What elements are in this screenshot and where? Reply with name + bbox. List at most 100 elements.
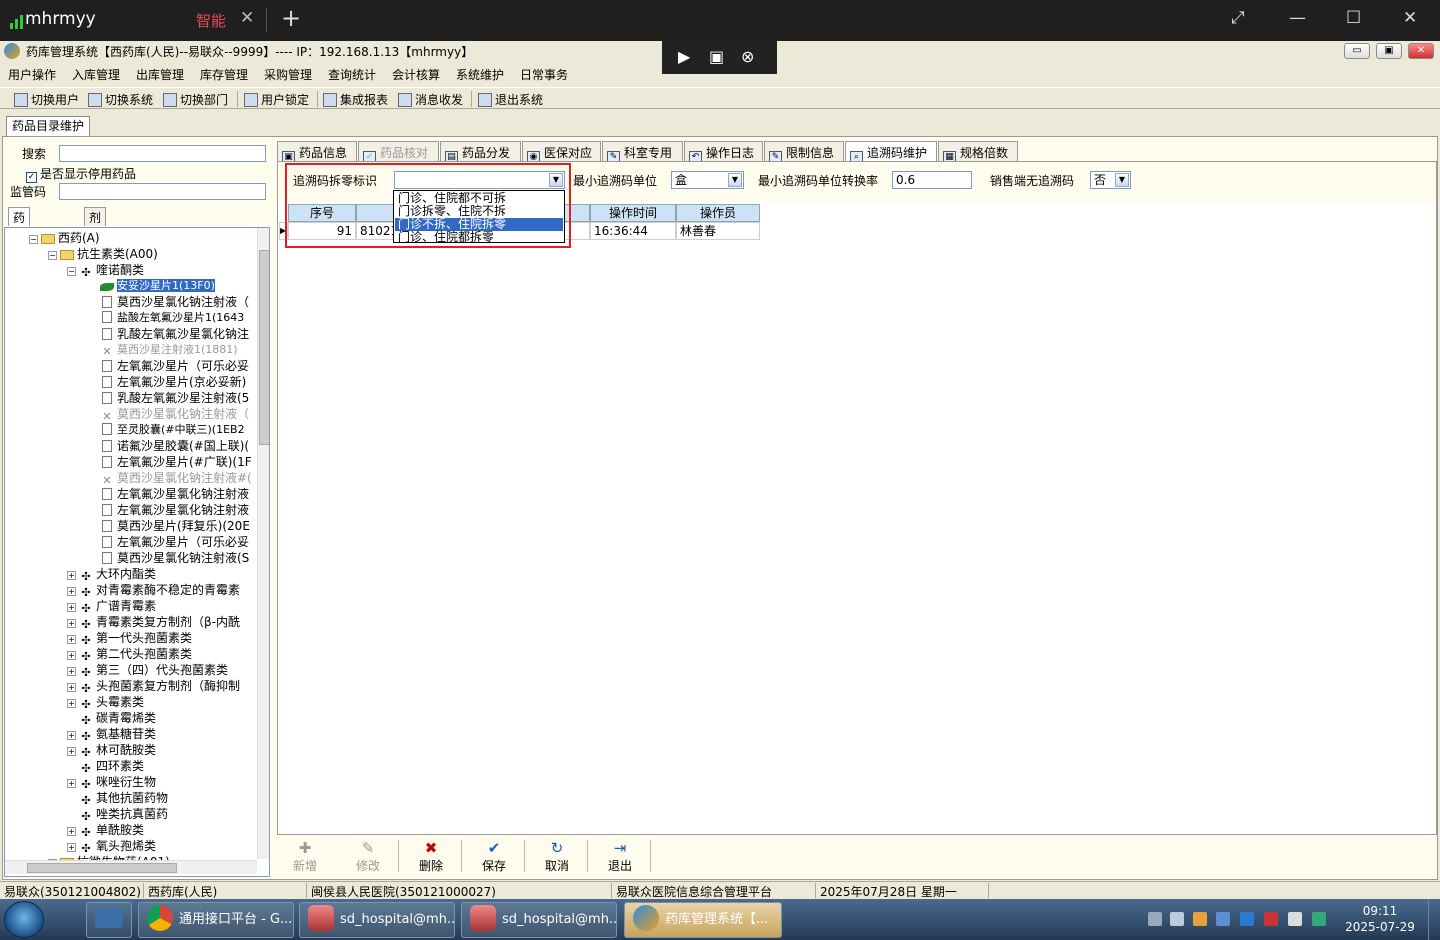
tree-node[interactable]: 安妥沙星片1(13F0) [100, 278, 215, 294]
expand-icon[interactable]: + [67, 683, 76, 692]
keyboard-icon[interactable] [1148, 912, 1162, 926]
expand-icon[interactable]: + [67, 603, 76, 612]
shield-icon[interactable] [1193, 912, 1207, 926]
tab-pharmacology-tree[interactable]: 药理结构树 [8, 207, 31, 293]
lock-user-button[interactable]: 用户锁定 [244, 91, 309, 108]
tree-node[interactable]: + ✣ 氧头孢烯类 [67, 838, 156, 855]
chevron-down-icon[interactable]: ▼ [1115, 173, 1129, 187]
tree-node[interactable]: + ✣ 广谱青霉素 [67, 598, 156, 615]
collapse-icon[interactable]: − [29, 235, 38, 244]
tree-node[interactable]: 左氧氟沙星氯化钠注射液 [100, 486, 249, 502]
tab-drug-info[interactable]: ▣ 药品信息 [277, 141, 357, 164]
window-restore-button[interactable]: ▣ [1376, 43, 1402, 59]
min-unit-select[interactable]: 盒 ▼ [671, 171, 744, 189]
tree-node[interactable]: 乳酸左氧氟沙星氯化钠注 [100, 326, 249, 342]
report-button[interactable]: 集成报表 [323, 91, 388, 108]
window-close-button[interactable]: ✕ [1408, 43, 1434, 59]
scrollbar-thumb[interactable] [259, 250, 269, 445]
cell-time[interactable]: 16:36:44 [590, 222, 676, 240]
expand-icon[interactable]: + [67, 587, 76, 596]
tree-vertical-scrollbar[interactable] [257, 228, 269, 859]
tree-node[interactable]: + ✣ 第二代头孢菌素类 [67, 646, 192, 663]
show-desktop-button[interactable] [1428, 899, 1440, 940]
expand-icon[interactable]: + [67, 571, 76, 580]
volume-icon[interactable] [1264, 912, 1278, 926]
cell-operator[interactable]: 林善春 [676, 222, 760, 240]
menu-daily[interactable]: 日常事务 [520, 66, 568, 83]
collapse-icon[interactable]: − [67, 267, 76, 276]
menu-user-ops[interactable]: 用户操作 [8, 66, 56, 83]
tree-node[interactable]: + ✣ 第一代头孢菌素类 [67, 630, 192, 647]
tab-insurance[interactable]: ◉ 医保对应 [522, 141, 601, 164]
expand-icon[interactable]: + [67, 827, 76, 836]
search-input[interactable] [59, 145, 266, 162]
tree-node[interactable]: + ✣ 头霉素类 [67, 694, 144, 711]
expand-icon[interactable]: + [67, 747, 76, 756]
expand-icon[interactable]: + [67, 635, 76, 644]
tree-node[interactable]: 乳酸左氧氟沙星注射液(5 [100, 390, 249, 406]
tree-node[interactable]: + ✣ 第三（四）代头孢菌素类 [67, 662, 228, 679]
scrollbar-thumb[interactable] [27, 863, 177, 873]
show-desktop-icon[interactable] [86, 902, 132, 938]
tree-horizontal-scrollbar[interactable] [5, 860, 257, 874]
chevron-down-icon[interactable]: ▼ [728, 173, 742, 187]
expand-icon[interactable]: + [67, 699, 76, 708]
tree-node[interactable]: + ✣ 青霉素类复方制剂（β-内酰 [67, 614, 240, 631]
switch-system-button[interactable]: 切换系统 [88, 91, 153, 108]
tab-operation-log[interactable]: ↶ 操作日志 [684, 141, 763, 164]
tree-node[interactable]: 左氧氟沙星氯化钠注射液 [100, 502, 249, 518]
grid-header-time[interactable]: 操作时间 [590, 204, 676, 222]
tree-node[interactable]: 左氧氟沙星片(京必妥新) [100, 374, 246, 390]
tree-node[interactable]: 莫西沙星氯化钠注射液(S [100, 550, 249, 566]
menu-system[interactable]: 系统维护 [456, 66, 504, 83]
tree-node[interactable]: − ✣ 喹诺酮类 [67, 262, 144, 279]
tab-spec-multiple[interactable]: ▦ 规格倍数 [938, 141, 1018, 164]
tab-dept-special[interactable]: ✎ 科室专用 [602, 141, 683, 164]
taskbar-item-pharmacy[interactable]: 药库管理系统【... [624, 902, 782, 938]
tree-node[interactable]: + ✣ 咪唑衍生物 [67, 774, 156, 791]
tree-node[interactable]: 莫西沙星氯化钠注射液（ [100, 294, 249, 310]
tree-node[interactable]: + ✣ 氨基糖苷类 [67, 726, 156, 743]
expand-icon[interactable]: + [67, 731, 76, 740]
security-icon[interactable] [1312, 912, 1326, 926]
tree-node[interactable]: + ✣ 单酰胺类 [67, 822, 144, 839]
add-button[interactable]: ✚ 新增 [277, 840, 333, 874]
menu-inbound[interactable]: 入库管理 [72, 66, 120, 83]
tree-node[interactable]: 左氧氟沙星片（可乐必妥 [100, 358, 249, 374]
cancel-button[interactable]: ↻ 取消 [529, 840, 585, 874]
tree-node[interactable]: + ✣ 头孢菌素复方制剂（酶抑制 [67, 678, 240, 695]
conversion-rate-input[interactable]: 0.6 [892, 171, 972, 189]
app-tray-icon[interactable] [1240, 912, 1254, 926]
tree-node[interactable]: 诺氟沙星胶囊(#国上联)( [100, 438, 249, 454]
monitor-icon[interactable] [1288, 912, 1302, 926]
menu-query[interactable]: 查询统计 [328, 66, 376, 83]
tree-node[interactable]: ✕ 莫西沙星氯化钠注射液（ [100, 406, 249, 423]
menu-accounting[interactable]: 会计核算 [392, 66, 440, 83]
show-disabled-checkbox[interactable]: ✓ 是否显示停用药品 [26, 165, 136, 183]
taskbar-clock[interactable]: 09:11 2025-07-29 [1340, 903, 1420, 935]
tree-node[interactable]: ✣ 其他抗菌药物 [67, 790, 168, 807]
tree-node[interactable]: ✕ 莫西沙星注射液1(1881) [100, 342, 237, 358]
tree-node[interactable]: 盐酸左氧氟沙星片1(1643 [100, 310, 244, 326]
tree-node[interactable]: 至灵胶囊(#中联三)(1EB2 [100, 422, 245, 438]
tab-drug-distribute[interactable]: ▤ 药品分发 [440, 141, 521, 164]
expand-icon[interactable]: + [67, 651, 76, 660]
grid-header-operator[interactable]: 操作员 [676, 204, 760, 222]
taskbar-item-db2[interactable]: sd_hospital@mh... [461, 902, 617, 938]
message-button[interactable]: 消息收发 [398, 91, 463, 108]
tab-drug-check[interactable]: ✓ 药品核对 [358, 141, 439, 164]
start-button[interactable] [4, 901, 44, 938]
collapse-icon[interactable]: − [48, 251, 57, 260]
exit-system-button[interactable]: 退出系统 [478, 91, 543, 108]
document-tab-drug-catalog[interactable]: 药品目录维护 [6, 116, 90, 136]
taskbar-item-browser[interactable]: 通用接口平台 - G... [138, 902, 294, 938]
tab-dosage-tree[interactable]: 剂型结构树 [84, 207, 107, 293]
tree-node[interactable]: − 西药(A) [29, 230, 100, 246]
delete-button[interactable]: ✖ 删除 [403, 840, 459, 874]
remote-tab-smart[interactable]: 智能 [196, 10, 226, 31]
edit-button[interactable]: ✎ 修改 [340, 840, 396, 874]
usb-icon[interactable] [1216, 912, 1230, 926]
exit-button[interactable]: ⇥ 退出 [592, 840, 648, 874]
tree-node[interactable]: ✣ 碳青霉烯类 [67, 710, 156, 727]
tree-node[interactable]: + ✣ 对青霉素酶不稳定的青霉素 [67, 582, 240, 599]
